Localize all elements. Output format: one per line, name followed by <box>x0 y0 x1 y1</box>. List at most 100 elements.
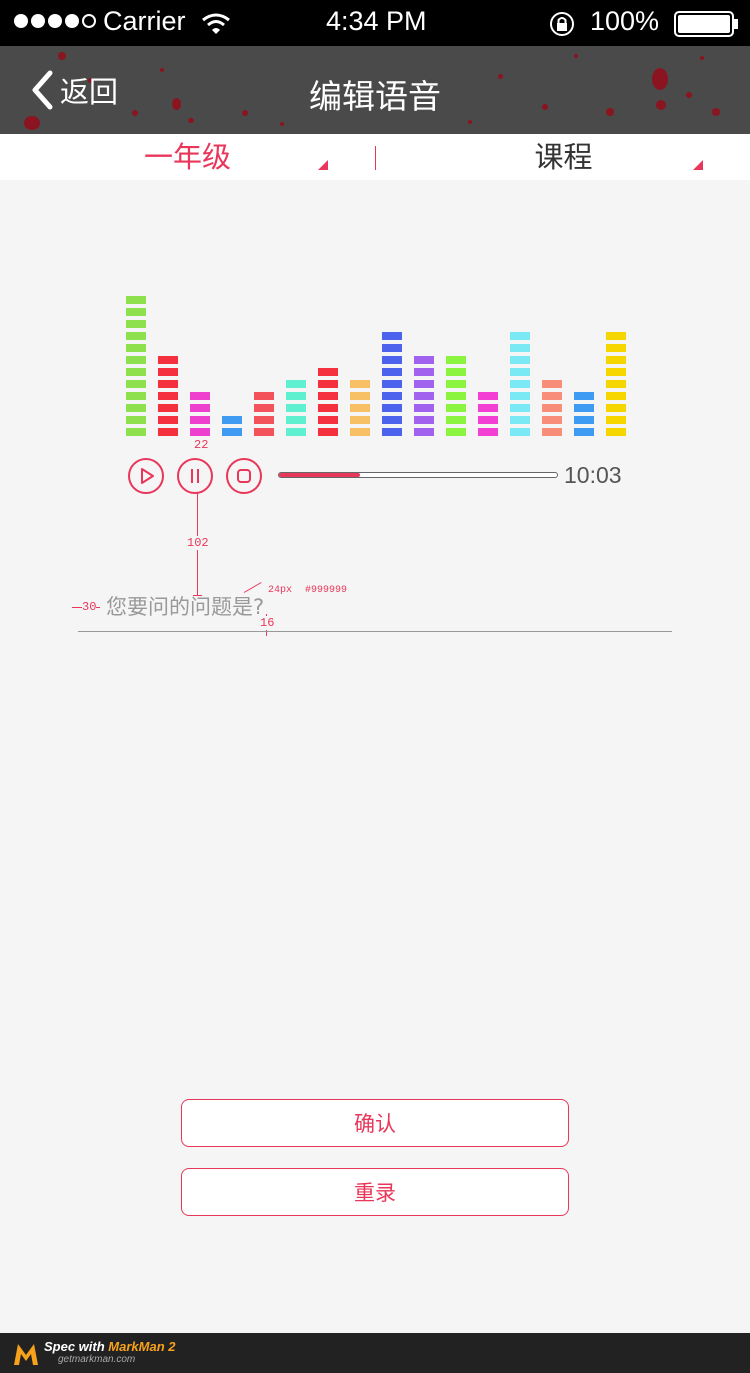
grade-dropdown[interactable]: 一年级 <box>0 134 375 180</box>
equalizer-bar <box>222 416 242 436</box>
confirm-button[interactable]: 确认 <box>181 1099 569 1147</box>
equalizer-segment <box>190 392 210 400</box>
equalizer-segment <box>126 296 146 304</box>
equalizer-segment <box>126 380 146 388</box>
equalizer-segment <box>350 392 370 400</box>
pause-icon <box>191 469 199 483</box>
spacing-guide-cap <box>193 492 202 493</box>
equalizer-segment <box>190 428 210 436</box>
equalizer-segment <box>510 392 530 400</box>
filter-divider <box>375 146 376 170</box>
equalizer-segment <box>510 416 530 424</box>
equalizer-segment <box>510 344 530 352</box>
equalizer-segment <box>158 428 178 436</box>
playback-time: 10:03 <box>564 462 622 488</box>
equalizer-segment <box>542 380 562 388</box>
playback-progress-bar[interactable] <box>278 472 558 478</box>
equalizer-segment <box>478 404 498 412</box>
equalizer-segment <box>542 428 562 436</box>
page-title: 编辑语音 <box>309 77 441 116</box>
equalizer-segment <box>126 344 146 352</box>
dropdown-triangle-icon <box>318 160 328 170</box>
equalizer-segment <box>574 416 594 424</box>
status-time: 4:34 PM <box>326 6 427 36</box>
equalizer-segment <box>414 428 434 436</box>
signal-strength-icon <box>14 14 96 28</box>
grade-label: 一年级 <box>143 140 231 174</box>
equalizer-segment <box>382 332 402 340</box>
equalizer-bar <box>350 380 370 436</box>
progress-fill <box>279 473 360 477</box>
equalizer-segment <box>222 428 242 436</box>
equalizer-bar <box>254 392 274 436</box>
wifi-icon <box>202 13 230 34</box>
equalizer-bar <box>158 356 178 436</box>
markman-brand: Spec with MarkMan 2 <box>44 1339 176 1354</box>
equalizer-segment <box>158 380 178 388</box>
rotation-lock-icon <box>550 12 574 36</box>
rerecord-button[interactable]: 重录 <box>181 1168 569 1216</box>
equalizer-segment <box>126 428 146 436</box>
equalizer-segment <box>318 416 338 424</box>
equalizer-segment <box>542 416 562 424</box>
equalizer-segment <box>446 416 466 424</box>
equalizer-bar <box>478 392 498 436</box>
spec-with-label: Spec with <box>44 1339 109 1354</box>
dropdown-triangle-icon <box>693 160 703 170</box>
equalizer-segment <box>126 368 146 376</box>
equalizer-segment <box>158 368 178 376</box>
equalizer-segment <box>190 416 210 424</box>
equalizer-bar <box>446 356 466 436</box>
equalizer-segment <box>606 332 626 340</box>
equalizer-segment <box>222 416 242 424</box>
equalizer-segment <box>574 404 594 412</box>
equalizer-bar <box>382 332 402 436</box>
pause-button[interactable] <box>177 458 213 494</box>
equalizer-segment <box>158 356 178 364</box>
equalizer-segment <box>446 380 466 388</box>
battery-icon <box>674 11 738 37</box>
equalizer-bar <box>414 356 434 436</box>
equalizer-segment <box>446 428 466 436</box>
equalizer-segment <box>350 428 370 436</box>
equalizer-segment <box>574 392 594 400</box>
equalizer-segment <box>318 428 338 436</box>
equalizer-segment <box>126 416 146 424</box>
equalizer-segment <box>158 404 178 412</box>
markman-url: getmarkman.com <box>58 1354 136 1365</box>
course-dropdown[interactable]: 课程 <box>377 134 750 180</box>
audio-equalizer <box>126 296 626 436</box>
equalizer-segment <box>510 368 530 376</box>
play-button[interactable] <box>128 458 164 494</box>
equalizer-segment <box>478 416 498 424</box>
markman-name: MarkMan 2 <box>108 1339 176 1354</box>
course-label: 课程 <box>534 140 593 174</box>
equalizer-segment <box>286 404 306 412</box>
equalizer-segment <box>350 404 370 412</box>
play-icon <box>141 468 154 484</box>
equalizer-segment <box>446 392 466 400</box>
equalizer-segment <box>350 416 370 424</box>
stop-button[interactable] <box>226 458 262 494</box>
equalizer-segment <box>158 416 178 424</box>
equalizer-segment <box>510 332 530 340</box>
equalizer-segment <box>318 392 338 400</box>
equalizer-segment <box>542 404 562 412</box>
equalizer-segment <box>414 404 434 412</box>
equalizer-segment <box>254 428 274 436</box>
equalizer-segment <box>510 356 530 364</box>
question-input[interactable] <box>78 590 672 632</box>
equalizer-segment <box>158 392 178 400</box>
status-bar: Carrier 4:34 PM 100% <box>0 0 750 46</box>
equalizer-segment <box>414 392 434 400</box>
equalizer-segment <box>606 380 626 388</box>
equalizer-segment <box>382 416 402 424</box>
equalizer-segment <box>382 356 402 364</box>
equalizer-segment <box>126 356 146 364</box>
equalizer-bar <box>286 380 306 436</box>
equalizer-segment <box>382 428 402 436</box>
equalizer-bar <box>606 332 626 436</box>
equalizer-segment <box>126 308 146 316</box>
equalizer-segment <box>542 392 562 400</box>
equalizer-segment <box>286 380 306 388</box>
